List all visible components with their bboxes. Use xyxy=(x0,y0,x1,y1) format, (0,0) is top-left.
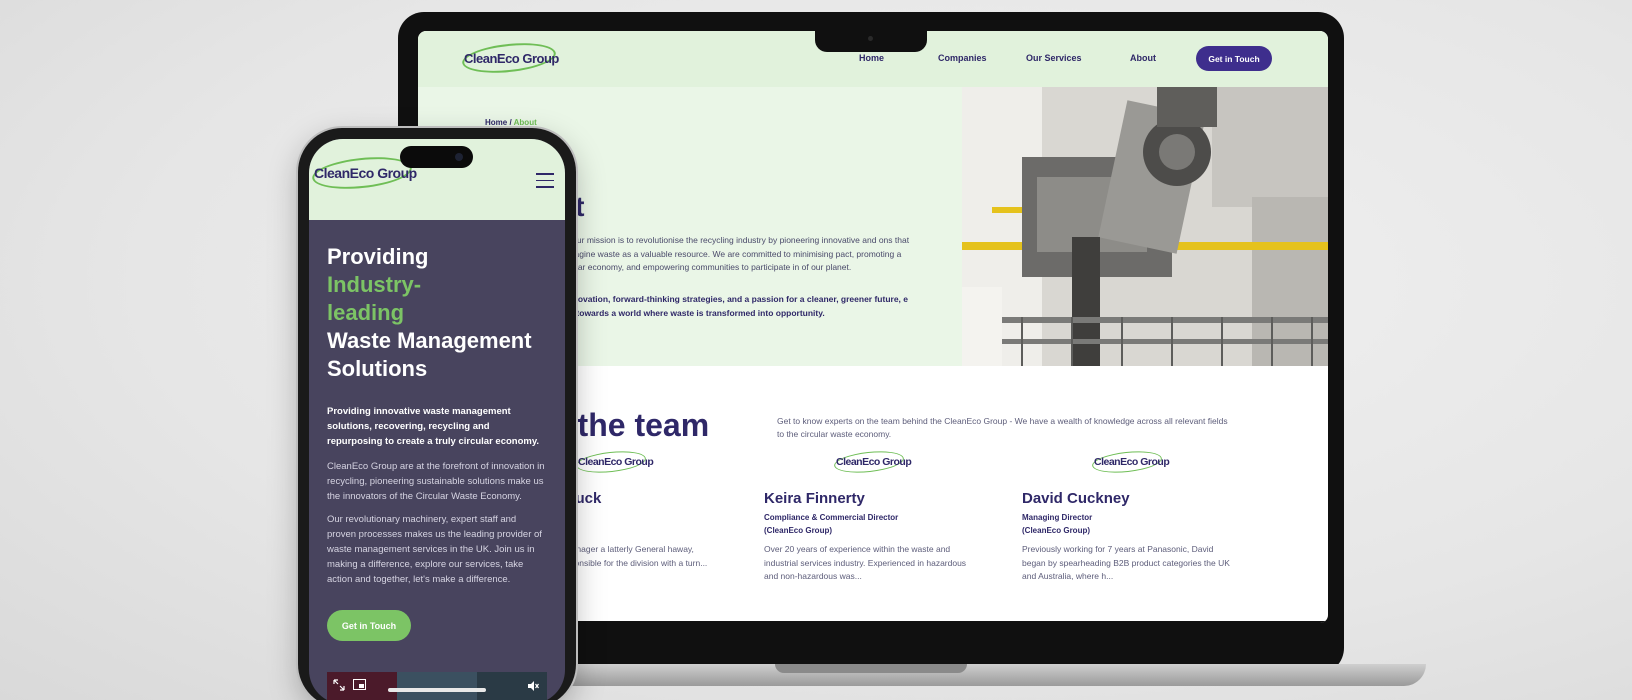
hero-lead: Providing innovative waste management so… xyxy=(327,406,540,447)
breadcrumb: Home / About xyxy=(485,118,537,127)
team-member-name: David Cuckney xyxy=(1022,490,1130,507)
nav-companies[interactable]: Companies xyxy=(938,53,987,63)
team-intro: Get to know experts on the team behind t… xyxy=(777,416,1228,439)
site-logo[interactable]: CleanEco Group xyxy=(460,39,559,77)
hero-body: Our revolutionary machinery, expert staf… xyxy=(327,514,542,585)
machinery-photo xyxy=(962,87,1328,366)
hero-body: CleanEco Group are at the forefront of i… xyxy=(327,461,545,502)
hero-video[interactable] xyxy=(327,672,547,700)
card-logo: CleanEco Group xyxy=(575,448,654,476)
nav-home[interactable]: Home xyxy=(859,53,884,63)
nav-our-services[interactable]: Our Services xyxy=(1026,53,1082,63)
laptop-camera-notch xyxy=(815,31,927,52)
hamburger-menu-icon[interactable] xyxy=(536,173,554,189)
mute-icon[interactable] xyxy=(527,680,539,692)
get-in-touch-button[interactable]: Get in Touch xyxy=(1196,46,1272,71)
team-title: t the team xyxy=(558,407,710,443)
laptop-hinge-notch xyxy=(775,664,967,673)
team-member-role: Managing Director xyxy=(1022,513,1093,522)
breadcrumb-current: About xyxy=(513,118,537,127)
expand-icon[interactable] xyxy=(333,679,345,691)
get-in-touch-button[interactable]: Get in Touch xyxy=(327,610,411,641)
team-member-name: Keira Finnerty xyxy=(764,490,865,507)
phone-screen: CleanEco Group Providing Industry- leadi… xyxy=(309,139,565,700)
pip-icon[interactable] xyxy=(353,679,366,690)
card-logo: CleanEco Group xyxy=(833,448,912,476)
card-logo: CleanEco Group xyxy=(1091,448,1170,476)
team-member-bio: s Manager a latterly General haway, resp… xyxy=(558,544,708,568)
home-indicator xyxy=(388,688,486,692)
about-paragraph-bold: s innovation, forward-thinking strategie… xyxy=(558,294,908,318)
team-member-company: (CleanEco Group) xyxy=(764,526,833,535)
team-member-bio: Previously working for 7 years at Panaso… xyxy=(1022,544,1230,581)
phone-dynamic-island xyxy=(400,146,473,168)
hero-title: Providing Industry- leading Waste Manage… xyxy=(327,244,532,381)
nav-about[interactable]: About xyxy=(1130,53,1156,63)
breadcrumb-home[interactable]: Home xyxy=(485,118,507,127)
team-member-company: (CleanEco Group) xyxy=(1022,526,1091,535)
team-member-bio: Over 20 years of experience within the w… xyxy=(764,544,967,581)
team-member-role: Compliance & Commercial Director xyxy=(764,513,899,522)
about-paragraph: up, our mission is to revolutionise the … xyxy=(558,235,910,272)
